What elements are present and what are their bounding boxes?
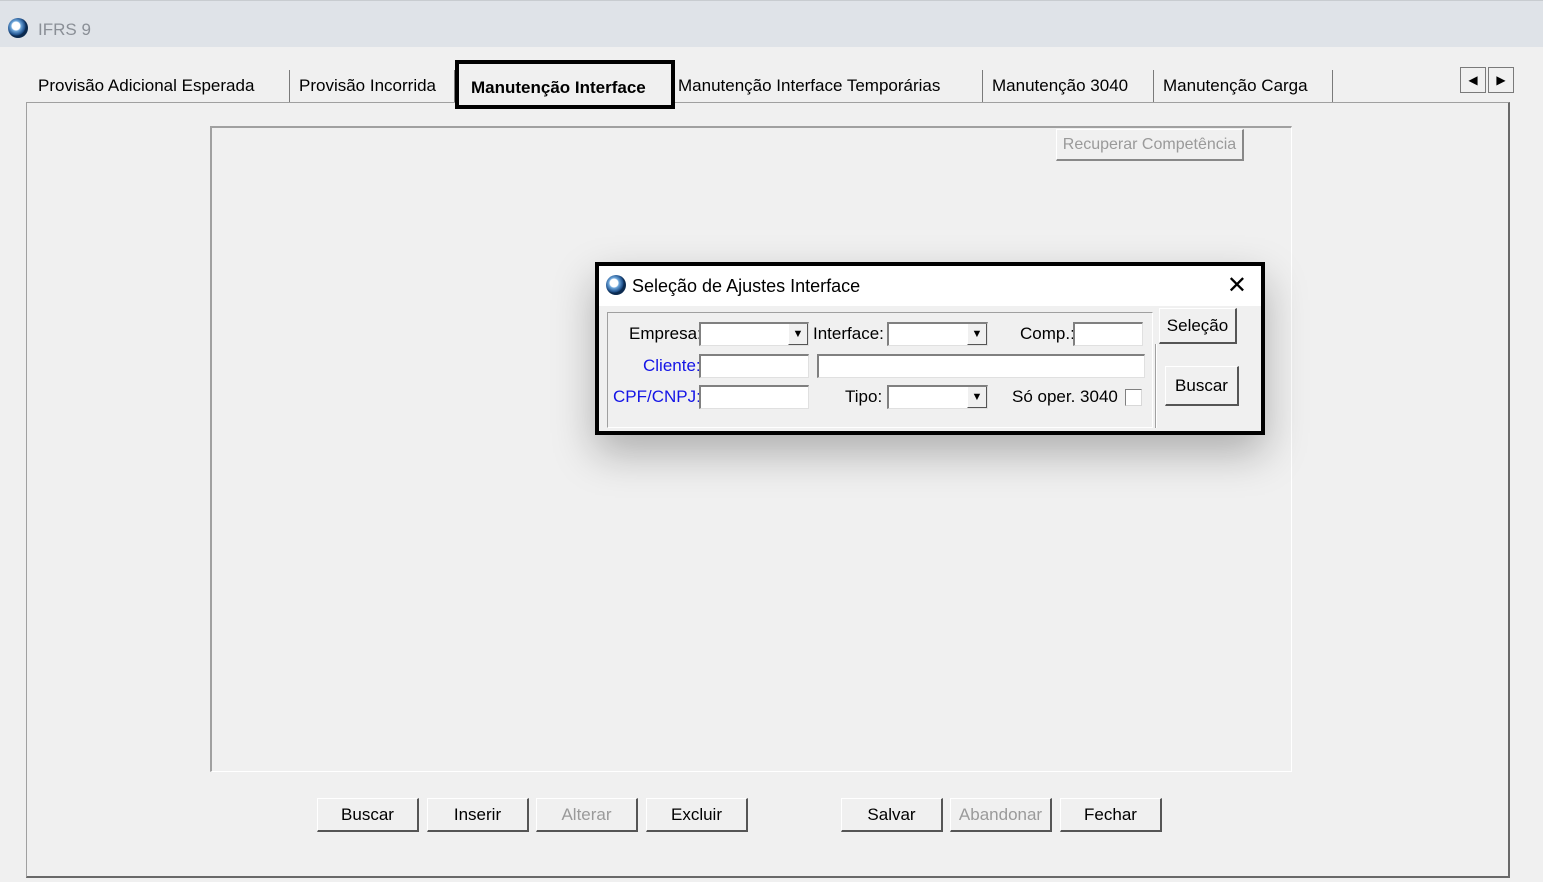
buscar-button[interactable]: Buscar [317, 798, 419, 832]
alterar-button[interactable]: Alterar [536, 798, 638, 832]
chevron-down-icon[interactable]: ▼ [788, 324, 808, 345]
inserir-button[interactable]: Inserir [427, 798, 529, 832]
interface-select[interactable]: ▼ [887, 322, 988, 346]
cpf-cnpj-label[interactable]: CPF/CNPJ: [613, 387, 701, 407]
cliente-label[interactable]: Cliente: [643, 356, 701, 376]
so-oper-3040-label: Só oper. 3040 [1012, 387, 1118, 406]
tab-scroll-arrows: ◀ ▶ [1460, 67, 1516, 93]
tipo-label: Tipo: [845, 387, 883, 406]
tab-scroll-left-icon[interactable]: ◀ [1460, 67, 1486, 93]
dialog-buscar-button[interactable]: Buscar [1165, 366, 1239, 406]
cliente-code-field[interactable] [699, 354, 809, 378]
so-oper-3040-checkbox[interactable] [1125, 389, 1142, 406]
dialog-title: Seleção de Ajustes Interface [632, 276, 861, 296]
excluir-button[interactable]: Excluir [646, 798, 748, 832]
selecao-button[interactable]: Seleção [1159, 308, 1237, 344]
tab-manutencao-interface[interactable]: Manutenção Interface [455, 60, 675, 109]
chevron-down-icon[interactable]: ▼ [967, 324, 987, 345]
tab-scroll-right-icon[interactable]: ▶ [1488, 67, 1514, 93]
dialog-titlebar: Seleção de Ajustes Interface ✕ [599, 266, 1261, 306]
recuperar-competencia-button[interactable]: Recuperar Competência [1056, 129, 1244, 161]
selecao-ajustes-dialog: Seleção de Ajustes Interface ✕ Empresa: … [595, 262, 1265, 435]
tab-manutencao-3040[interactable]: Manutenção 3040 [984, 70, 1154, 102]
content-panel [210, 126, 1292, 772]
interface-label: Interface: [813, 324, 884, 343]
abandonar-button[interactable]: Abandonar [950, 798, 1052, 832]
salvar-button[interactable]: Salvar [841, 798, 943, 832]
comp-label: Comp.: [1020, 324, 1075, 343]
app-logo-icon [606, 275, 626, 295]
fechar-button[interactable]: Fechar [1060, 798, 1162, 832]
window-title: IFRS 9 [38, 20, 91, 39]
cpf-cnpj-field[interactable] [699, 385, 809, 409]
button-separator [1155, 344, 1157, 428]
tab-manutencao-carga[interactable]: Manutenção Carga [1155, 70, 1333, 102]
tab-manutencao-interface-temporarias[interactable]: Manutenção Interface Temporárias [670, 70, 983, 102]
tab-provisao-adicional-esperada[interactable]: Provisão Adicional Esperada [30, 70, 290, 102]
chevron-down-icon[interactable]: ▼ [967, 387, 987, 408]
close-icon[interactable]: ✕ [1227, 272, 1247, 300]
empresa-label: Empresa: [629, 324, 702, 343]
tipo-select[interactable]: ▼ [887, 385, 988, 409]
empresa-select[interactable]: ▼ [699, 322, 809, 346]
tab-provisao-incorrida[interactable]: Provisão Incorrida [291, 70, 455, 102]
window-titlebar: IFRS 9 [0, 0, 1543, 47]
cliente-name-field[interactable] [817, 354, 1145, 378]
comp-field[interactable] [1073, 322, 1143, 346]
app-logo-icon [8, 18, 28, 38]
